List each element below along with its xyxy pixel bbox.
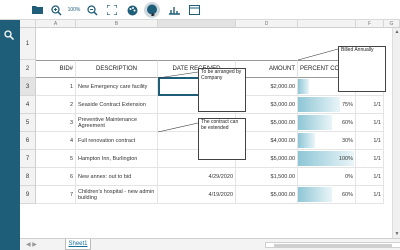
cell-description[interactable]: New annex: out to bid [76, 168, 158, 186]
cell-extra[interactable]: 1/1 [356, 150, 384, 168]
tab-sheet1[interactable]: Sheet1 [65, 239, 91, 250]
theme-palette-icon[interactable] [124, 2, 140, 18]
note-extended-text: The contract can be extended [201, 119, 239, 131]
corner-header[interactable] [20, 20, 36, 28]
cell-extra[interactable]: 1/1 [356, 132, 384, 150]
vertical-scrollbar[interactable]: ▲ ▼ [392, 28, 400, 238]
cell-bid[interactable]: 4 [36, 132, 76, 150]
header-description[interactable]: DESCRIPTION [76, 60, 158, 78]
cell-percent-complete[interactable]: 75% [298, 96, 356, 114]
row-header-8[interactable]: 8 [20, 168, 36, 186]
row-header-9[interactable]: 9 [20, 186, 36, 204]
sheet-tab-bar: ◀ ▶ Sheet1 [20, 238, 400, 250]
percent-value: 30% [341, 137, 353, 144]
cell-amount[interactable]: $1,500.00 [236, 168, 298, 186]
percent-data-bar [298, 115, 332, 130]
zoom-in-icon[interactable] [48, 2, 64, 18]
cell-description[interactable]: Seaside Contract Extension [76, 96, 158, 114]
column-header-c[interactable] [158, 20, 236, 28]
row-header-2[interactable]: 2 [20, 60, 36, 78]
row-header-1[interactable]: 1 [20, 28, 36, 60]
comment-icon[interactable] [144, 2, 160, 18]
scroll-up-arrow-icon[interactable]: ▲ [394, 29, 400, 35]
spreadsheet-grid[interactable]: A B D F G 1 2 3 4 5 6 7 8 9 BID# DESCRIP… [20, 20, 400, 238]
column-header-e[interactable] [298, 20, 356, 28]
horizontal-scrollbar[interactable] [265, 242, 400, 248]
zoom-level-label: 100% [67, 7, 81, 13]
cell-bid[interactable]: 6 [36, 168, 76, 186]
percent-value: 60% [341, 191, 353, 198]
percent-value: 0% [345, 173, 353, 180]
cell-description[interactable]: Preventive Maintenance Agreement [76, 114, 158, 132]
row-header-4[interactable]: 4 [20, 96, 36, 114]
cell-bid[interactable]: 2 [36, 96, 76, 114]
search-icon[interactable] [4, 27, 16, 41]
horizontal-scroll-thumb[interactable] [274, 244, 392, 247]
percent-value: 100% [338, 155, 353, 162]
note-contract-extended[interactable]: The contract can be extended [198, 118, 246, 160]
open-folder-icon[interactable] [30, 2, 46, 18]
cell-date-received[interactable]: 4/19/2020 [158, 186, 236, 204]
percent-data-bar [298, 187, 332, 202]
column-header-d[interactable]: D [236, 20, 298, 28]
column-header-f[interactable]: F [356, 20, 384, 28]
column-header-g[interactable]: G [384, 20, 400, 28]
scroll-down-arrow-icon[interactable]: ▼ [394, 231, 400, 237]
cell-amount[interactable]: $5,000.00 [236, 186, 298, 204]
cell-bid[interactable]: 1 [36, 78, 76, 96]
fit-width-icon[interactable]: 100% [66, 2, 82, 18]
cell-percent-complete[interactable]: 60% [298, 186, 356, 204]
percent-value: 60% [341, 119, 353, 126]
column-header-b[interactable]: B [76, 20, 158, 28]
toolbar: 100% [0, 0, 400, 20]
spreadsheet-app: 100% A B D F G 1 2 3 4 5 6 7 8 9 BID# DE… [0, 0, 400, 250]
column-header-a[interactable]: A [36, 20, 76, 28]
cell-bid[interactable]: 7 [36, 186, 76, 204]
fullscreen-icon[interactable] [104, 2, 120, 18]
note-to-be-arranged[interactable]: To be arranged by Company [198, 68, 246, 112]
chart-settings-icon[interactable] [166, 2, 182, 18]
percent-value: 75% [341, 101, 353, 108]
note-arranged-text: To be arranged by Company [201, 69, 242, 81]
percent-data-bar [298, 97, 340, 112]
row-header-5[interactable]: 5 [20, 114, 36, 132]
cell-extra[interactable]: 1/1 [356, 96, 384, 114]
cell-description[interactable]: Hampton Inn, Burlington [76, 150, 158, 168]
row-header-6[interactable]: 6 [20, 132, 36, 150]
window-icon[interactable] [186, 2, 202, 18]
cell-description[interactable]: Children's hospital - new admin building [76, 186, 158, 204]
percent-data-bar [298, 79, 309, 94]
row-header-3[interactable]: 3 [20, 78, 36, 96]
cell-bid[interactable]: 5 [36, 150, 76, 168]
cell-extra[interactable]: 1/1 [356, 186, 384, 204]
percent-data-bar [298, 133, 315, 148]
cell-description[interactable]: New Emergency care facility [76, 78, 158, 96]
cell-date-received[interactable]: 4/29/2020 [158, 168, 236, 186]
tab-nav-arrows-icon[interactable]: ◀ ▶ [26, 241, 37, 248]
cell-bid[interactable]: 3 [36, 114, 76, 132]
row-header-7[interactable]: 7 [20, 150, 36, 168]
cell-extra[interactable]: 1/1 [356, 168, 384, 186]
cell-percent-complete[interactable]: 0% [298, 168, 356, 186]
cell-percent-complete[interactable]: 100% [298, 150, 356, 168]
left-sidebar [0, 20, 20, 250]
cell-description[interactable]: Full renovation contract [76, 132, 158, 150]
cell-percent-complete[interactable]: 30% [298, 132, 356, 150]
cell-extra[interactable]: 1/1 [356, 114, 384, 132]
cell-percent-complete[interactable]: 60% [298, 114, 356, 132]
note-billed-annually[interactable]: Billed Annually [338, 46, 386, 92]
note-billed-text: Billed Annually [341, 47, 374, 53]
zoom-out-icon[interactable] [84, 2, 100, 18]
header-bid[interactable]: BID# [36, 60, 76, 78]
